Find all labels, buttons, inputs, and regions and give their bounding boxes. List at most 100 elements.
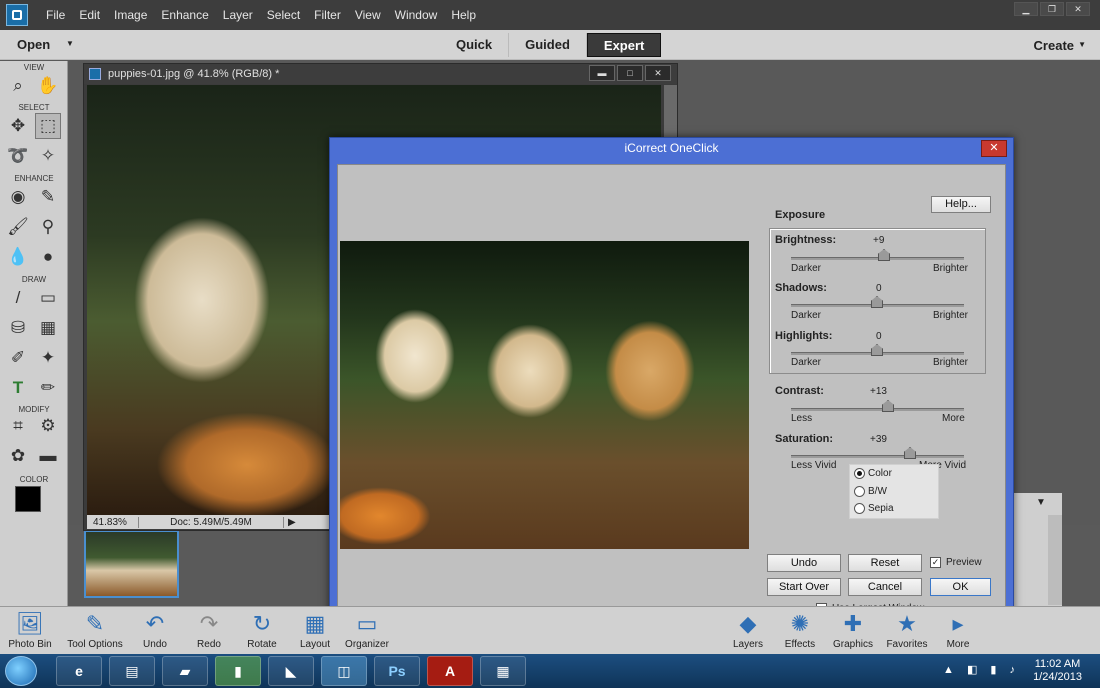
blur-tool-icon[interactable]: 💧 (5, 244, 31, 270)
chevron-down-icon[interactable]: ▼ (1078, 40, 1086, 49)
contrast-slider-track[interactable] (791, 408, 964, 411)
redo-task-button[interactable]: ↷ Redo (192, 609, 226, 650)
straighten-tool-icon[interactable]: ▬ (35, 443, 61, 469)
sepia-radio[interactable]: Sepia (854, 503, 894, 514)
start-button[interactable] (5, 656, 37, 686)
healing-brush-icon[interactable]: ✎ (35, 184, 61, 210)
start-over-button[interactable]: Start Over (767, 578, 841, 596)
elements-taskbar-icon[interactable]: ◫ (321, 656, 367, 686)
color-radio[interactable]: Color (854, 468, 892, 479)
organizer-icon: ▭ (356, 611, 378, 636)
contrast-slider-thumb[interactable] (882, 400, 894, 412)
cancel-button[interactable]: Cancel (848, 578, 922, 596)
layers-button[interactable]: ◆ Layers (730, 609, 766, 650)
more-button[interactable]: ▸ More (940, 609, 976, 650)
zoom-level[interactable]: 41.83% (87, 516, 139, 528)
explorer-icon[interactable]: ▤ (109, 656, 155, 686)
content-aware-move-icon[interactable]: ✿ (5, 443, 31, 469)
undo-task-button[interactable]: ↶ Undo (138, 609, 172, 650)
calculator-icon[interactable]: ▦ (480, 656, 526, 686)
minimize-icon[interactable]: ▁ (1014, 2, 1038, 16)
zoom-tool-icon[interactable]: ⌕ (5, 73, 31, 99)
menu-image[interactable]: Image (107, 0, 154, 30)
hand-tool-icon[interactable]: ✋ (35, 73, 61, 99)
chevron-down-icon[interactable]: ▼ (66, 39, 74, 48)
mode-bar: Open ▼ Quick Guided Expert Create ▼ (0, 30, 1100, 60)
close-icon[interactable]: ✕ (1066, 2, 1090, 16)
chevron-down-icon[interactable]: ▼ (1036, 497, 1046, 508)
close-icon[interactable]: ✕ (981, 140, 1007, 157)
tray-icons[interactable]: ▲ ◧ ▮ ♪ (943, 663, 1020, 676)
open-button[interactable]: Open (17, 37, 50, 52)
help-button[interactable]: Help... (931, 196, 991, 213)
eraser-tool-icon[interactable]: ▭ (35, 285, 61, 311)
app-notes-icon[interactable]: ◣ (268, 656, 314, 686)
foreground-color-swatch[interactable] (15, 486, 41, 512)
paint-bucket-icon[interactable]: ⛁ (5, 315, 31, 341)
menu-window[interactable]: Window (388, 0, 445, 30)
close-icon[interactable]: ✕ (645, 65, 671, 81)
brightness-slider-track[interactable] (791, 257, 964, 260)
menu-file[interactable]: File (39, 0, 72, 30)
restore-icon[interactable]: □ (617, 65, 643, 81)
tab-quick[interactable]: Quick (440, 33, 510, 57)
gradient-tool-icon[interactable]: ▦ (35, 315, 61, 341)
clone-stamp-icon[interactable]: ⚲ (35, 214, 61, 240)
bw-radio[interactable]: B/W (854, 486, 887, 497)
photo-bin-button[interactable]: 🖼 Photo Bin (6, 609, 54, 650)
photo-thumbnail[interactable] (84, 530, 179, 598)
menu-edit[interactable]: Edit (72, 0, 107, 30)
photoshop-icon[interactable]: Ps (374, 656, 420, 686)
acrobat-icon[interactable]: A (427, 656, 473, 686)
contrast-label: Contrast: (775, 385, 824, 397)
red-eye-icon[interactable]: ◉ (5, 184, 31, 210)
internet-explorer-icon[interactable]: e (56, 656, 102, 686)
menu-enhance[interactable]: Enhance (154, 0, 215, 30)
document-titlebar[interactable]: puppies-01.jpg @ 41.8% (RGB/8) * ▬ □ ✕ (84, 64, 677, 84)
favorites-button[interactable]: ★ Favorites (884, 609, 930, 650)
tool-options-button[interactable]: ✎ Tool Options (62, 609, 128, 650)
tab-guided[interactable]: Guided (509, 33, 587, 57)
organizer-button[interactable]: ▭ Organizer (344, 609, 390, 650)
rotate-button[interactable]: ↻ Rotate (244, 609, 280, 650)
crop-tool-icon[interactable]: ⌗ (5, 413, 31, 439)
menu-select[interactable]: Select (260, 0, 307, 30)
menu-help[interactable]: Help (444, 0, 483, 30)
type-tool-icon[interactable]: T (5, 375, 31, 401)
eyedropper-icon[interactable]: ✐ (5, 345, 31, 371)
layout-button[interactable]: ▦ Layout (296, 609, 334, 650)
pencil-tool-icon[interactable]: ✏ (35, 375, 61, 401)
minimize-icon[interactable]: ▬ (589, 65, 615, 81)
create-button[interactable]: Create (1034, 38, 1074, 53)
ok-button[interactable]: OK (930, 578, 991, 596)
menu-bar: File Edit Image Enhance Layer Select Fil… (0, 0, 1100, 30)
saturation-slider-thumb[interactable] (904, 447, 916, 459)
lasso-tool-icon[interactable]: ➰ (5, 143, 31, 169)
sponge-tool-icon[interactable]: ● (35, 244, 61, 270)
graphics-button[interactable]: ✚ Graphics (830, 609, 876, 650)
app-green-icon[interactable]: ▮ (215, 656, 261, 686)
menu-view[interactable]: View (348, 0, 388, 30)
restore-icon[interactable]: ❐ (1040, 2, 1064, 16)
magic-wand-icon[interactable]: ✧ (35, 143, 61, 169)
tab-expert[interactable]: Expert (586, 33, 662, 57)
status-arrow-icon[interactable]: ▶ (284, 517, 300, 528)
effects-label: Effects (784, 639, 816, 650)
brush-tool-icon[interactable]: / (5, 285, 31, 311)
reset-button[interactable]: Reset (848, 554, 922, 572)
brightness-label: Brightness: (775, 234, 837, 246)
custom-shape-icon[interactable]: ✦ (35, 345, 61, 371)
preview-checkbox[interactable]: ✓ Preview (930, 557, 982, 568)
undo-button[interactable]: Undo (767, 554, 841, 572)
saturation-slider-track[interactable] (791, 455, 964, 458)
folder-icon[interactable]: ▰ (162, 656, 208, 686)
clock[interactable]: 11:02 AM 1/24/2013 (1033, 658, 1082, 684)
smart-brush-icon[interactable]: 🖌 (5, 214, 31, 240)
recompose-tool-icon[interactable]: ⚙ (35, 413, 61, 439)
marquee-tool-icon[interactable]: ⬚ (35, 113, 61, 139)
panel-scrollbar[interactable] (1048, 515, 1062, 605)
menu-filter[interactable]: Filter (307, 0, 348, 30)
move-tool-icon[interactable]: ✥ (5, 113, 31, 139)
effects-button[interactable]: ✺ Effects (782, 609, 818, 650)
menu-layer[interactable]: Layer (216, 0, 260, 30)
